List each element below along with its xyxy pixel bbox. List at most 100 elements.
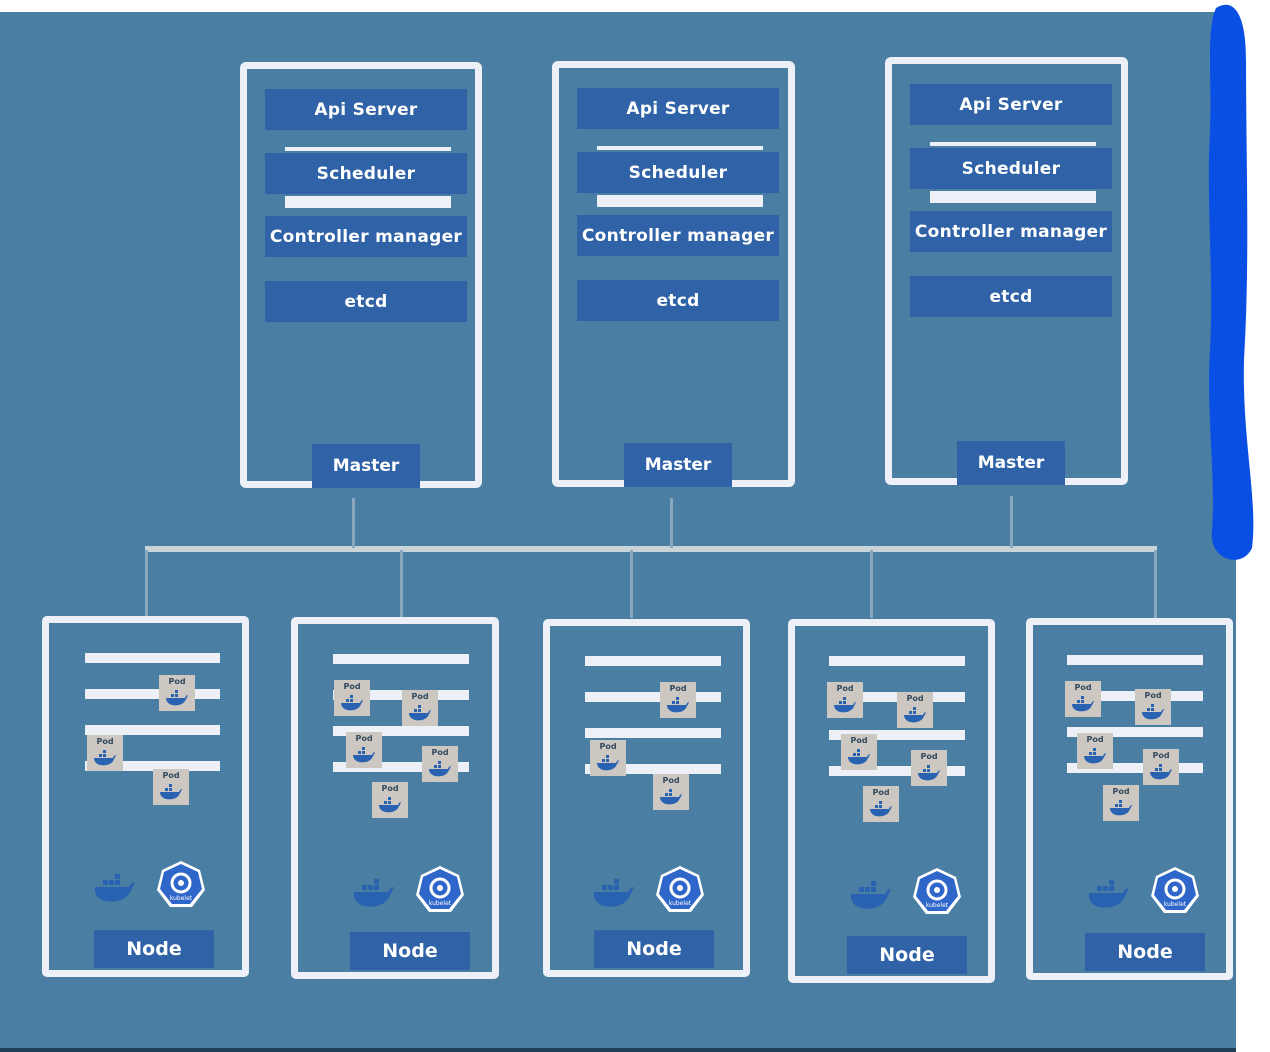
- node-box-2: Pod Pod Pod Pod Pod kubelet Node: [291, 617, 499, 979]
- connector-master-3: [1010, 496, 1013, 548]
- svg-text:kubelet: kubelet: [429, 900, 452, 907]
- pod-tile: Pod: [827, 682, 863, 718]
- node-box-3: Pod Pod Pod kubelet Node: [543, 619, 750, 977]
- pod-label: Pod: [1144, 691, 1162, 700]
- etcd-block: etcd: [910, 276, 1112, 317]
- pod-tile: Pod: [841, 734, 877, 770]
- controller-manager-block: Controller manager: [577, 215, 779, 256]
- docker-whale-icon: [409, 705, 431, 721]
- docker-whale-icon: [870, 801, 892, 817]
- pod-label: Pod: [662, 776, 680, 785]
- pod-tile: Pod: [1077, 733, 1113, 769]
- connector-bus: [145, 546, 1157, 552]
- kubelet-icon: kubelet: [414, 864, 466, 916]
- node-bar: [85, 725, 220, 735]
- pod-tile: Pod: [422, 746, 458, 782]
- master-label: Master: [624, 443, 732, 487]
- svg-text:kubelet: kubelet: [1164, 901, 1187, 908]
- pod-label: Pod: [906, 694, 924, 703]
- pod-label: Pod: [1152, 751, 1170, 760]
- pod-label: Pod: [355, 734, 373, 743]
- docker-whale-icon: [166, 690, 188, 706]
- pod-label: Pod: [1086, 735, 1104, 744]
- kubelet-icon: kubelet: [1149, 865, 1201, 917]
- master-label: Master: [312, 444, 420, 488]
- docker-whale-icon: [848, 749, 870, 765]
- docker-whale-icon: [429, 761, 451, 777]
- docker-whale-icon: [834, 697, 856, 713]
- pod-tile: Pod: [402, 690, 438, 726]
- pod-label: Pod: [1112, 787, 1130, 796]
- pod-tile: Pod: [660, 682, 696, 718]
- connector-node-3: [630, 550, 633, 618]
- pod-tile: Pod: [590, 740, 626, 776]
- api-server-block: Api Server: [265, 89, 467, 130]
- svg-text:kubelet: kubelet: [926, 902, 949, 909]
- pod-label: Pod: [162, 771, 180, 780]
- master-label: Master: [957, 441, 1065, 485]
- docker-whale-icon: [160, 784, 182, 800]
- docker-whale-icon: [94, 750, 116, 766]
- node-bar: [333, 654, 469, 664]
- divider: [285, 196, 451, 208]
- docker-whale-icon: [93, 871, 137, 903]
- controller-manager-block: Controller manager: [910, 211, 1112, 252]
- docker-whale-icon: [660, 789, 682, 805]
- api-server-block: Api Server: [577, 88, 779, 129]
- pod-label: Pod: [599, 742, 617, 751]
- docker-whale-icon: [1072, 696, 1094, 712]
- node-label: Node: [847, 936, 967, 974]
- kubelet-icon: kubelet: [155, 859, 207, 911]
- pod-tile: Pod: [87, 735, 123, 771]
- kubelet-icon: kubelet: [654, 864, 706, 916]
- node-bar: [585, 692, 721, 702]
- node-label: Node: [350, 932, 470, 970]
- pod-tile: Pod: [372, 782, 408, 818]
- divider: [930, 142, 1096, 146]
- docker-whale-icon: [341, 695, 363, 711]
- docker-whale-icon: [1110, 800, 1132, 816]
- node-bar: [585, 656, 721, 666]
- pod-tile: Pod: [1135, 689, 1171, 725]
- docker-whale-icon: [1084, 748, 1106, 764]
- node-box-5: Pod Pod Pod Pod Pod kubelet Node: [1026, 618, 1233, 980]
- diagram-canvas: Api Server Scheduler Controller manager …: [0, 12, 1236, 1050]
- pod-tile: Pod: [1103, 785, 1139, 821]
- master-box-3: Api Server Scheduler Controller manager …: [885, 57, 1128, 485]
- svg-text:kubelet: kubelet: [669, 900, 692, 907]
- docker-whale-icon: [667, 697, 689, 713]
- pod-tile: Pod: [911, 750, 947, 786]
- connector-node-1: [145, 550, 148, 618]
- node-label: Node: [1085, 933, 1205, 971]
- connector-node-5: [1154, 550, 1157, 618]
- svg-text:kubelet: kubelet: [170, 895, 193, 902]
- pod-tile: Pod: [153, 769, 189, 805]
- api-server-block: Api Server: [910, 84, 1112, 125]
- scheduler-block: Scheduler: [910, 148, 1112, 189]
- scheduler-block: Scheduler: [265, 153, 467, 194]
- divider: [930, 191, 1096, 203]
- node-box-1: Pod Pod Pod kubelet Node: [42, 616, 249, 977]
- node-label: Node: [594, 930, 714, 968]
- pod-label: Pod: [411, 692, 429, 701]
- etcd-block: etcd: [577, 280, 779, 321]
- docker-whale-icon: [352, 876, 396, 908]
- connector-node-4: [870, 550, 873, 618]
- pod-tile: Pod: [1143, 749, 1179, 785]
- pod-label: Pod: [669, 684, 687, 693]
- connector-node-2: [400, 550, 403, 618]
- pod-tile: Pod: [346, 732, 382, 768]
- docker-whale-icon: [904, 707, 926, 723]
- pod-label: Pod: [168, 677, 186, 686]
- node-box-4: Pod Pod Pod Pod Pod kubelet Node: [788, 619, 995, 983]
- docker-whale-icon: [1150, 764, 1172, 780]
- connector-master-2: [670, 498, 673, 548]
- pod-tile: Pod: [897, 692, 933, 728]
- connector-master-1: [352, 498, 355, 548]
- pod-tile: Pod: [1065, 681, 1101, 717]
- node-bar: [85, 689, 220, 699]
- node-bar: [85, 653, 220, 663]
- docker-whale-icon: [592, 876, 636, 908]
- pod-tile: Pod: [863, 786, 899, 822]
- master-box-1: Api Server Scheduler Controller manager …: [240, 62, 482, 488]
